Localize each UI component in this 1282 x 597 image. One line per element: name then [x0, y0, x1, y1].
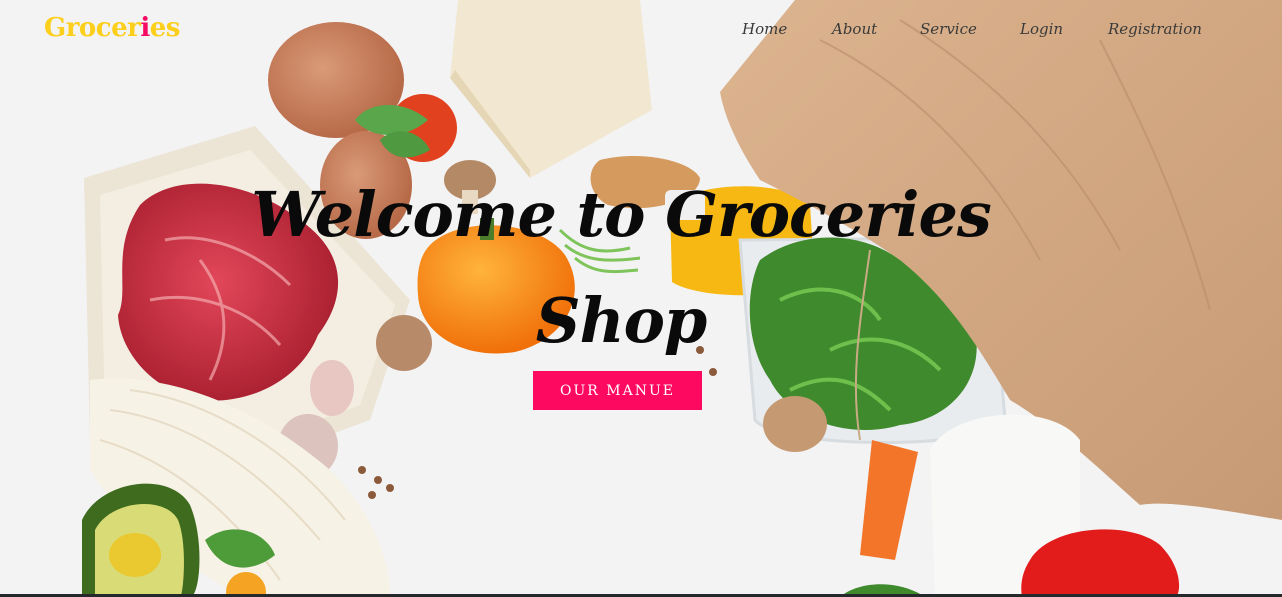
nav-link-home[interactable]: Home — [742, 20, 787, 38]
nav-link-registration[interactable]: Registration — [1108, 20, 1202, 38]
nav-menu: Home About Service Login Registration — [0, 20, 1282, 42]
nav-link-login[interactable]: Login — [1020, 20, 1063, 38]
nav-link-service[interactable]: Service — [920, 20, 977, 38]
nav-link-about[interactable]: About — [832, 20, 877, 38]
our-menu-button[interactable]: OUR MANUE — [533, 371, 702, 410]
navbar: Groceries Home About Service Login Regis… — [0, 0, 1282, 62]
hero-title: Welcome to Groceries Shop — [251, 178, 992, 357]
